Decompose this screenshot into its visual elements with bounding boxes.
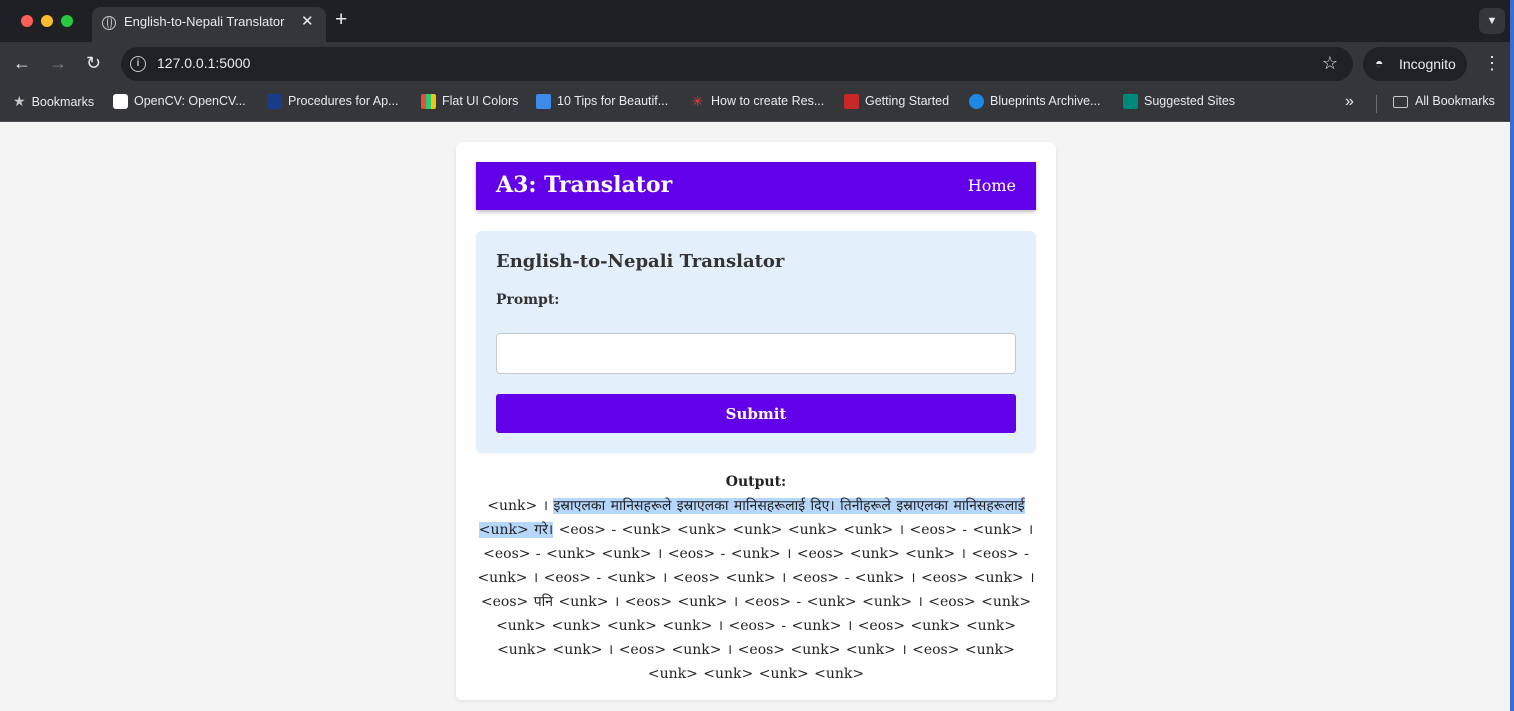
globe-icon bbox=[102, 16, 116, 30]
bookmark-label: OpenCV: OpenCV... bbox=[134, 94, 246, 108]
back-icon[interactable]: ← bbox=[13, 52, 31, 74]
bookmark-label: How to create Res... bbox=[711, 94, 825, 108]
browser-titlebar: English-to-Nepali Translator ✕ + ▼ bbox=[0, 0, 1514, 42]
bookmark-item-opencv[interactable]: OpenCV: OpenCV... bbox=[113, 94, 246, 112]
star-icon: ★ bbox=[13, 93, 26, 109]
bookmark-label: Bookmarks bbox=[31, 95, 95, 109]
reload-icon[interactable]: ↻ bbox=[86, 52, 101, 74]
menu-icon[interactable]: ⋮ bbox=[1483, 52, 1501, 74]
bookmark-item-getting-started[interactable]: Getting Started bbox=[844, 94, 949, 112]
bookmark-item-procedures[interactable]: Procedures for Ap... bbox=[267, 94, 398, 112]
incognito-label: Incognito bbox=[1399, 56, 1456, 72]
url-text[interactable]: 127.0.0.1:5000 bbox=[157, 55, 250, 71]
browser-toolbar: ← → ↻ i 127.0.0.1:5000 ☆ ◓ Incognito ⋮ bbox=[0, 42, 1514, 86]
bookmark-label: Blueprints Archive... bbox=[990, 94, 1101, 108]
all-bookmarks-label: All Bookmarks bbox=[1415, 94, 1495, 108]
flat-ui-icon bbox=[421, 94, 436, 109]
bookmark-label: Flat UI Colors bbox=[442, 94, 519, 108]
bookmark-star-icon[interactable]: ☆ bbox=[1322, 53, 1338, 74]
bookmark-label: Procedures for Ap... bbox=[288, 94, 399, 108]
blueprints-icon bbox=[969, 94, 984, 109]
submit-button[interactable]: Submit bbox=[496, 394, 1016, 433]
tips-icon bbox=[536, 94, 551, 109]
main-card: A3: Translator Home English-to-Nepali Tr… bbox=[456, 142, 1056, 700]
close-tab-icon[interactable]: ✕ bbox=[301, 12, 314, 30]
bookmark-label: 10 Tips for Beautif... bbox=[557, 94, 669, 108]
output-text: <unk> । इस्राएलका मानिसहरूले इस्राएलका म… bbox=[476, 494, 1036, 686]
address-bar[interactable]: i 127.0.0.1:5000 ☆ bbox=[121, 47, 1353, 81]
maximize-window-button[interactable] bbox=[61, 15, 73, 27]
incognito-icon: ◓ bbox=[1375, 55, 1384, 71]
tab-title: English-to-Nepali Translator bbox=[124, 14, 285, 29]
bookmark-item-tips[interactable]: 10 Tips for Beautif... bbox=[536, 94, 668, 112]
bing-icon bbox=[1123, 94, 1138, 109]
form-heading: English-to-Nepali Translator bbox=[496, 251, 785, 272]
bookmark-item-suggested[interactable]: Suggested Sites bbox=[1123, 94, 1235, 112]
bookmark-item-flat-ui[interactable]: Flat UI Colors bbox=[421, 94, 518, 112]
browser-tab[interactable]: English-to-Nepali Translator ✕ bbox=[92, 7, 326, 42]
tab-search-icon[interactable]: ▼ bbox=[1479, 8, 1505, 34]
new-tab-icon[interactable]: + bbox=[335, 9, 347, 31]
forward-icon[interactable]: → bbox=[49, 52, 67, 74]
prompt-input[interactable] bbox=[496, 333, 1016, 374]
all-bookmarks-item[interactable]: All Bookmarks bbox=[1393, 94, 1495, 112]
bookmark-label: Suggested Sites bbox=[1144, 94, 1236, 108]
home-link[interactable]: Home bbox=[968, 176, 1016, 195]
minimize-window-button[interactable] bbox=[41, 15, 53, 27]
bookmark-item-bookmarks[interactable]: ★ Bookmarks bbox=[13, 94, 94, 112]
folder-icon bbox=[1393, 96, 1408, 108]
close-window-button[interactable] bbox=[21, 15, 33, 27]
bookmark-item-blueprints[interactable]: Blueprints Archive... bbox=[969, 94, 1100, 112]
output-label: Output: bbox=[725, 474, 787, 490]
incognito-indicator[interactable]: ◓ Incognito bbox=[1363, 47, 1467, 81]
app-title: A3: Translator bbox=[496, 172, 673, 198]
prompt-label: Prompt: bbox=[496, 292, 560, 308]
asterisk-icon: ✳ bbox=[691, 93, 704, 109]
bookmarks-overflow-icon[interactable]: » bbox=[1345, 93, 1354, 111]
bookmark-item-create-res[interactable]: ✳ How to create Res... bbox=[690, 93, 825, 112]
translate-form: English-to-Nepali Translator Prompt: Sub… bbox=[476, 231, 1036, 453]
site-info-icon[interactable]: i bbox=[130, 56, 146, 72]
window-edge bbox=[1510, 0, 1514, 711]
getting-started-icon bbox=[844, 94, 859, 109]
bookmark-label: Getting Started bbox=[865, 94, 950, 108]
adb-icon bbox=[267, 94, 282, 109]
output-text-rest: <eos> - <unk> <unk> <unk> <unk> <unk> । … bbox=[477, 522, 1035, 682]
app-header: A3: Translator Home bbox=[476, 162, 1036, 210]
bookmarks-bar: ★ Bookmarks OpenCV: OpenCV... Procedures … bbox=[0, 86, 1514, 122]
bookmarks-divider bbox=[1376, 95, 1377, 113]
output-text-start: <unk> । bbox=[487, 498, 554, 514]
opencv-icon bbox=[113, 94, 128, 109]
